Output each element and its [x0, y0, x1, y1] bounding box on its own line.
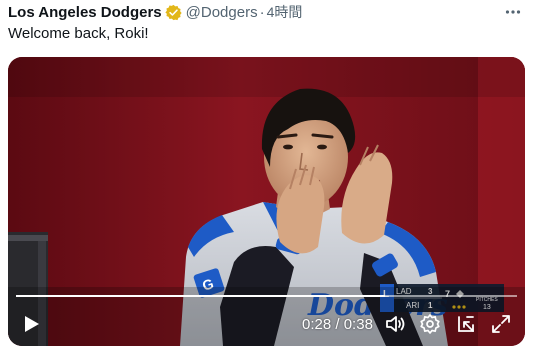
separator-dot: ·: [259, 3, 265, 21]
tweet-text: Welcome back, Roki!: [8, 25, 149, 42]
post-time[interactable]: 4時間: [267, 2, 303, 22]
more-options-icon[interactable]: [503, 3, 523, 21]
play-icon[interactable]: [20, 313, 42, 335]
duration: 0:38: [343, 316, 373, 333]
progress-bar[interactable]: [16, 295, 517, 297]
volume-icon[interactable]: [384, 313, 406, 335]
time-separator: /: [331, 316, 344, 333]
fullscreen-icon[interactable]: [490, 313, 512, 335]
picture-in-picture-icon[interactable]: [455, 313, 477, 335]
time-readout: 0:28 / 0:38: [302, 316, 373, 333]
current-time: 0:28: [302, 316, 332, 333]
author-handle[interactable]: @Dodgers: [186, 4, 258, 21]
video-player[interactable]: G Dodgers L LAD 3 ARI: [8, 57, 525, 346]
video-frame[interactable]: G Dodgers L LAD 3 ARI: [8, 57, 525, 346]
gear-icon[interactable]: [419, 313, 441, 335]
tweet-header: Los Angeles Dodgers @Dodgers · 4時間: [8, 2, 525, 22]
verified-badge-icon[interactable]: [165, 4, 182, 21]
progress-bar-fill: [16, 295, 386, 297]
author-name[interactable]: Los Angeles Dodgers: [8, 4, 162, 21]
